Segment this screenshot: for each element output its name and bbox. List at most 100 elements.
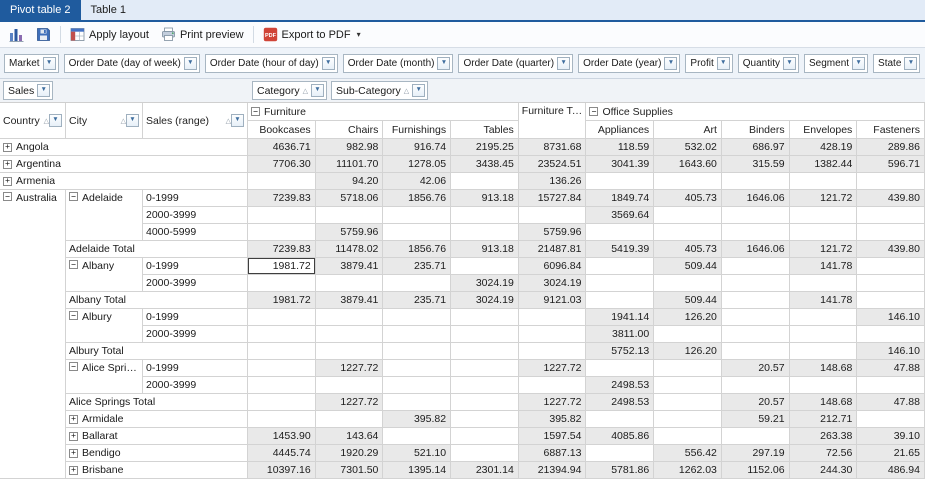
collapse-icon[interactable]: − [3,192,12,201]
column-header-fasteners[interactable]: Fasteners [857,121,925,139]
filter-field-quantity[interactable]: Quantity▼ [738,54,799,73]
data-cell[interactable]: 596.71 [857,156,925,173]
row-header-2000-3999[interactable]: 2000-3999 [143,275,248,292]
data-cell[interactable]: 315.59 [722,156,790,173]
data-cell[interactable] [722,275,790,292]
data-cell[interactable]: 2498.53 [586,377,654,394]
data-cell[interactable]: 121.72 [790,190,858,207]
filter-field-order-date-quarter[interactable]: Order Date (quarter)▼ [458,54,573,73]
data-cell[interactable] [248,309,316,326]
row-header-2000-3999[interactable]: 2000-3999 [143,377,248,394]
expand-icon[interactable]: + [69,449,78,458]
row-header-0-1999[interactable]: 0-1999 [143,309,248,326]
data-cell[interactable] [248,343,316,360]
column-header-appliances[interactable]: Appliances [586,121,654,139]
row-header-australia[interactable]: −Australia [0,190,66,479]
data-cell[interactable]: 289.86 [857,139,925,156]
data-cell[interactable]: 94.20 [316,173,384,190]
collapse-icon[interactable]: − [69,192,78,201]
data-cell[interactable]: 42.06 [383,173,451,190]
column-group-header-office-supplies[interactable]: −Office Supplies [586,103,925,121]
filter-dropdown-button[interactable]: ▼ [852,57,865,70]
filter-dropdown-button[interactable]: ▼ [231,114,244,127]
filter-field-order-date-year[interactable]: Order Date (year)▼ [578,54,680,73]
data-cell[interactable]: 686.97 [722,139,790,156]
data-cell[interactable] [790,224,858,241]
filter-field-segment[interactable]: Segment▼ [804,54,868,73]
data-cell[interactable] [316,411,384,428]
data-cell[interactable] [451,394,519,411]
data-cell[interactable] [857,207,925,224]
data-cell[interactable]: 509.44 [654,258,722,275]
row-header-alice-springs-total[interactable]: Alice Springs Total [66,394,248,411]
data-cell[interactable]: 297.19 [722,445,790,462]
data-cell[interactable] [248,326,316,343]
chart-button[interactable] [3,24,30,46]
data-cell[interactable] [451,343,519,360]
filter-dropdown-button[interactable]: ▼ [783,57,796,70]
data-cell[interactable] [383,360,451,377]
data-cell[interactable] [790,207,858,224]
data-cell[interactable] [586,275,654,292]
data-cell[interactable]: 47.88 [857,394,925,411]
row-header-albany[interactable]: −Albany [66,258,143,292]
data-cell[interactable] [586,224,654,241]
data-cell[interactable] [451,173,519,190]
data-cell[interactable] [519,207,587,224]
data-cell[interactable]: 21487.81 [519,241,587,258]
data-cell[interactable]: 136.26 [519,173,587,190]
data-cell[interactable] [654,173,722,190]
data-cell[interactable]: 1453.90 [248,428,316,445]
data-cell[interactable] [451,377,519,394]
data-cell[interactable]: 4445.74 [248,445,316,462]
filter-dropdown-button[interactable]: ▼ [49,114,62,127]
collapse-icon[interactable]: − [69,311,78,320]
export-pdf-button[interactable]: PDF Export to PDF ▾ [257,24,367,46]
data-cell[interactable] [654,224,722,241]
data-cell[interactable] [519,326,587,343]
data-cell[interactable]: 405.73 [654,241,722,258]
data-cell[interactable] [722,292,790,309]
data-cell[interactable]: 3879.41 [316,258,384,275]
data-cell[interactable] [451,360,519,377]
data-cell[interactable] [654,428,722,445]
row-header-adelaide-total[interactable]: Adelaide Total [66,241,248,258]
expand-icon[interactable]: + [3,143,12,152]
data-cell[interactable]: 3811.00 [586,326,654,343]
data-cell[interactable]: 20.57 [722,394,790,411]
tab-table-1[interactable]: Table 1 [81,0,136,20]
data-cell[interactable]: 5759.96 [519,224,587,241]
data-cell[interactable] [857,224,925,241]
data-cell[interactable] [316,275,384,292]
data-cell[interactable]: 486.94 [857,462,925,479]
data-cell[interactable]: 3879.41 [316,292,384,309]
data-cell[interactable] [586,173,654,190]
data-cell[interactable]: 1646.06 [722,241,790,258]
data-cell[interactable]: 509.44 [654,292,722,309]
data-cell[interactable] [248,411,316,428]
data-cell[interactable]: 212.71 [790,411,858,428]
data-cell[interactable] [248,377,316,394]
data-cell[interactable] [654,275,722,292]
data-cell[interactable]: 5759.96 [316,224,384,241]
filter-dropdown-button[interactable]: ▼ [557,57,570,70]
data-cell[interactable] [722,258,790,275]
data-cell[interactable]: 1981.72 [248,292,316,309]
data-cell[interactable]: 7706.30 [248,156,316,173]
data-cell[interactable]: 1849.74 [586,190,654,207]
row-header-ballarat[interactable]: +Ballarat [66,428,248,445]
data-cell[interactable] [519,377,587,394]
data-cell[interactable]: 913.18 [451,190,519,207]
filter-dropdown-button[interactable]: ▼ [412,84,425,97]
data-cell[interactable]: 23524.51 [519,156,587,173]
data-cell[interactable]: 141.78 [790,258,858,275]
data-cell[interactable] [654,394,722,411]
data-cell[interactable] [248,173,316,190]
data-cell[interactable]: 146.10 [857,309,925,326]
column-area-field-category[interactable]: Category△▼ [252,81,327,100]
row-field-header-country[interactable]: Country△▼ [0,103,66,139]
data-cell[interactable]: 1382.44 [790,156,858,173]
data-cell[interactable]: 72.56 [790,445,858,462]
column-header-art[interactable]: Art [654,121,722,139]
filter-field-state[interactable]: State▼ [873,54,920,73]
